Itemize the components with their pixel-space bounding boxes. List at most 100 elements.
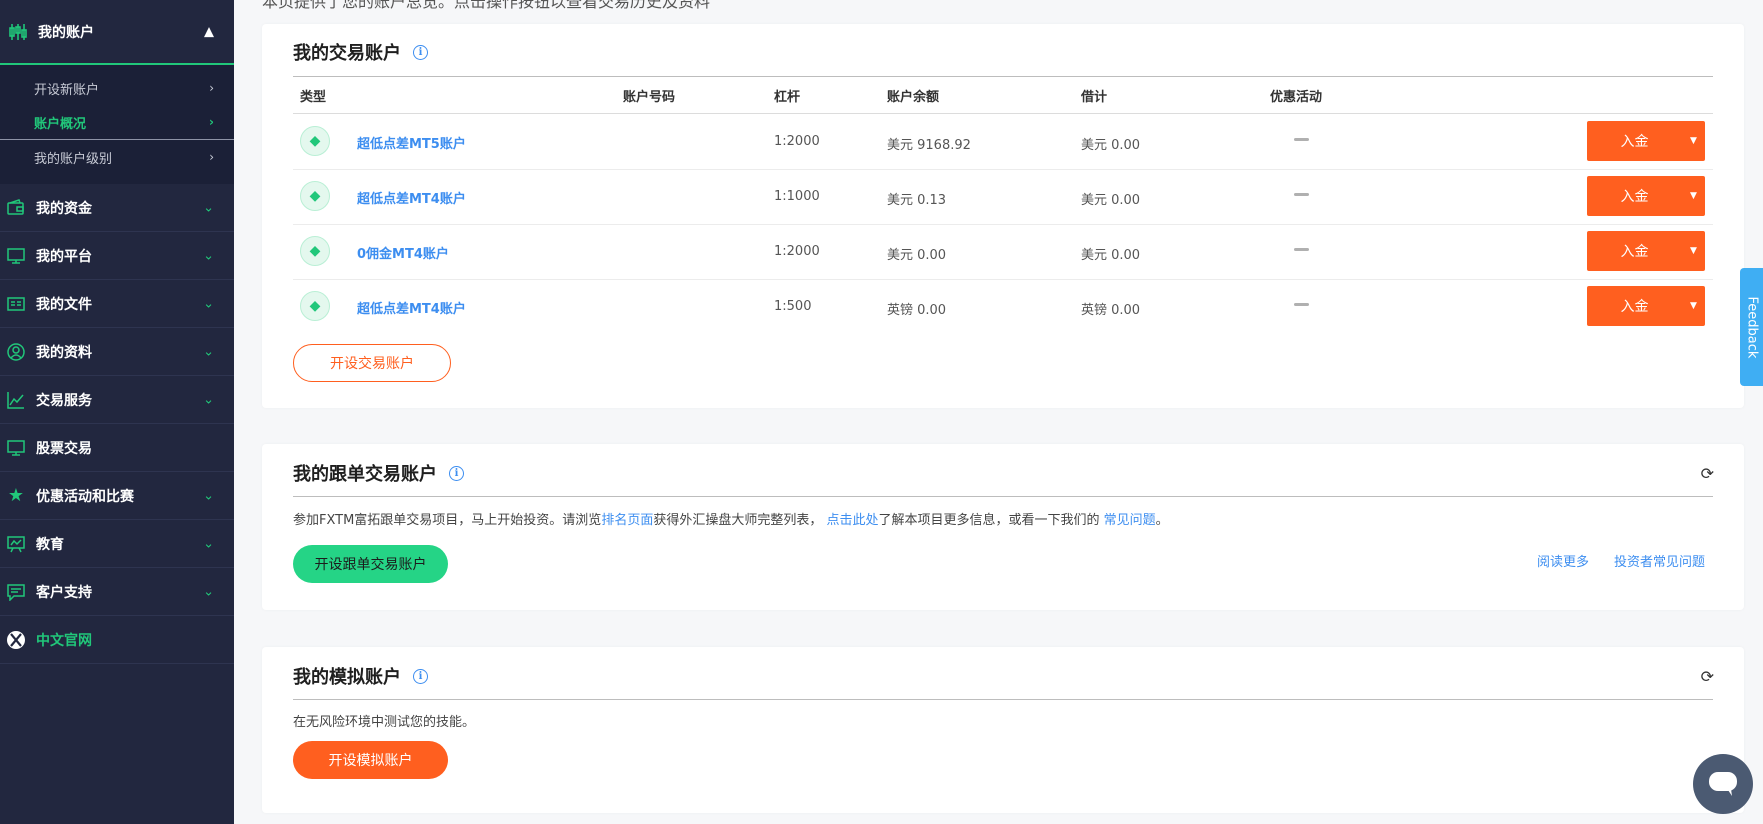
page-intro-text: 本页提供了您的账户总览。点击操作按钮以查看交易历史及资料 — [262, 0, 711, 11]
sidebar-item-label: 优惠活动和比赛 — [36, 488, 134, 505]
deposit-button[interactable]: 入金 ▼ — [1587, 286, 1705, 326]
diamond-icon: ◆ — [300, 126, 330, 156]
sidebar-item-label: 客户支持 — [36, 584, 92, 601]
faq-link[interactable]: 常见问题 — [1104, 513, 1156, 528]
chevron-down-icon: ⌄ — [203, 536, 214, 551]
card-title: 我的交易账户 i — [293, 39, 428, 65]
refresh-icon[interactable]: ⟳ — [1701, 464, 1714, 483]
promo-empty-dash — [1294, 193, 1309, 196]
deposit-label: 入金 — [1620, 189, 1649, 205]
chevron-down-icon: ⌄ — [203, 248, 214, 263]
sidebar-subitem-account-overview[interactable]: 账户概况 › — [0, 105, 234, 140]
investor-faq-link[interactable]: 投资者常见问题 — [1614, 551, 1705, 570]
sidebar-item-promotions[interactable]: ★ 优惠活动和比赛 ⌄ — [0, 472, 234, 520]
feedback-tab[interactable]: Feedback — [1740, 268, 1763, 386]
copy-trading-title: 我的跟单交易账户 — [293, 464, 437, 485]
sidebar-item-label: 中文官网 — [36, 632, 92, 649]
account-name-link[interactable]: 超低点差MT5账户 — [357, 133, 466, 152]
leverage-value: 1:1000 — [774, 189, 820, 204]
table-row: ◆ 超低点差MT4账户 1:1000 美元 0.13 美元 0.00 入金 ▼ — [293, 169, 1713, 225]
info-icon[interactable]: i — [413, 44, 428, 60]
account-name-link[interactable]: 超低点差MT4账户 — [357, 188, 466, 207]
account-name-link[interactable]: 超低点差MT4账户 — [357, 298, 466, 317]
sidebar-item-label: 股票交易 — [36, 440, 92, 457]
sidebar-item-funds[interactable]: 我的资金 ⌄ — [0, 184, 234, 232]
leverage-value: 1:2000 — [774, 244, 820, 259]
open-trading-account-button[interactable]: 开设交易账户 — [293, 344, 451, 382]
click-here-link[interactable]: 点击此处 — [826, 513, 878, 528]
divider — [293, 496, 1713, 497]
sidebar-subitem-account-level[interactable]: 我的账户级别 › — [0, 140, 234, 174]
copy-trading-card: 我的跟单交易账户 i ⟳ 参加FXTM富拓跟单交易项目，马上开始投资。请浏览排名… — [262, 444, 1744, 610]
chat-icon — [6, 582, 26, 602]
demo-description: 在无风险环境中测试您的技能。 — [293, 715, 476, 730]
desc-text: 参加FXTM富拓跟单交易项目，马上开始投资。请浏览 — [293, 513, 602, 528]
document-icon — [6, 294, 26, 314]
balance-value: 美元 9168.92 — [887, 138, 971, 153]
chevron-down-icon: ⌄ — [203, 392, 214, 407]
sidebar-item-label: 教育 — [36, 536, 64, 553]
diamond-icon: ◆ — [300, 236, 330, 266]
chat-button[interactable] — [1693, 754, 1753, 814]
desc-text: 。 — [1155, 513, 1169, 528]
deposit-button[interactable]: 入金 ▼ — [1587, 176, 1705, 216]
sidebar-item-chinese-site[interactable]: 中文官网 — [0, 616, 234, 664]
info-icon[interactable]: i — [449, 465, 464, 481]
sidebar-subitem-open-account[interactable]: 开设新账户 › — [0, 71, 234, 105]
credit-value: 美元 0.00 — [1081, 193, 1141, 208]
divider — [293, 76, 1713, 77]
card-title: 我的模拟账户 i — [293, 663, 428, 689]
balance-value: 英镑 0.00 — [887, 303, 947, 318]
promo-empty-dash — [1294, 248, 1309, 251]
profile-icon — [6, 342, 26, 362]
sidebar-item-platform[interactable]: 我的平台 ⌄ — [0, 232, 234, 280]
sidebar-item-trading-services[interactable]: 交易服务 ⌄ — [0, 376, 234, 424]
caret-down-icon[interactable]: ▼ — [1682, 246, 1705, 256]
sidebar-item-education[interactable]: 教育 ⌄ — [0, 520, 234, 568]
presentation-icon — [6, 534, 26, 554]
credit-value: 美元 0.00 — [1081, 138, 1141, 153]
wallet-icon — [6, 198, 26, 218]
col-header-number: 账户号码 — [623, 90, 676, 105]
open-demo-account-button[interactable]: 开设模拟账户 — [293, 741, 448, 779]
deposit-button[interactable]: 入金 ▼ — [1587, 121, 1705, 161]
sidebar-item-profile[interactable]: 我的资料 ⌄ — [0, 328, 234, 376]
sidebar-item-label: 交易服务 — [36, 392, 92, 409]
chevron-right-icon: › — [209, 150, 214, 164]
sidebar: 我的账户 ▲ 开设新账户 › 账户概况 › 我的账户级别 › 我的资金 ⌄ 我的… — [0, 0, 234, 824]
chevron-up-icon: ▲ — [204, 24, 214, 39]
deposit-label: 入金 — [1620, 244, 1649, 260]
chevron-down-icon: ⌄ — [203, 584, 214, 599]
sidebar-item-support[interactable]: 客户支持 ⌄ — [0, 568, 234, 616]
info-icon[interactable]: i — [413, 668, 428, 684]
divider — [293, 699, 1713, 700]
account-name-link[interactable]: 0佣金MT4账户 — [357, 243, 449, 262]
leverage-value: 1:500 — [774, 299, 812, 314]
col-header-type: 类型 — [300, 90, 327, 105]
deposit-button[interactable]: 入金 ▼ — [1587, 231, 1705, 271]
promo-empty-dash — [1294, 138, 1309, 141]
sidebar-item-documents[interactable]: 我的文件 ⌄ — [0, 280, 234, 328]
diamond-icon: ◆ — [300, 291, 330, 321]
caret-down-icon[interactable]: ▼ — [1682, 136, 1705, 146]
sidebar-item-stocks[interactable]: 股票交易 — [0, 424, 234, 472]
open-copy-trading-account-button[interactable]: 开设跟单交易账户 — [293, 545, 448, 583]
sidebar-item-my-account[interactable]: 我的账户 ▲ — [0, 0, 234, 65]
ranking-page-link[interactable]: 排名页面 — [601, 513, 653, 528]
refresh-icon[interactable]: ⟳ — [1701, 667, 1714, 686]
candlestick-icon — [8, 22, 28, 42]
sidebar-item-label: 我的文件 — [36, 296, 92, 313]
demo-accounts-title: 我的模拟账户 — [293, 667, 401, 688]
copy-trading-description: 参加FXTM富拓跟单交易项目，马上开始投资。请浏览排名页面获得外汇操盘大师完整列… — [293, 509, 1169, 528]
caret-down-icon[interactable]: ▼ — [1682, 191, 1705, 201]
read-more-link[interactable]: 阅读更多 — [1537, 551, 1589, 570]
caret-down-icon[interactable]: ▼ — [1682, 301, 1705, 311]
credit-value: 美元 0.00 — [1081, 248, 1141, 263]
demo-accounts-card: 我的模拟账户 i ⟳ 在无风险环境中测试您的技能。 开设模拟账户 — [262, 647, 1744, 813]
star-icon: ★ — [7, 485, 25, 506]
col-header-promo: 优惠活动 — [1270, 90, 1323, 105]
leverage-value: 1:2000 — [774, 134, 820, 149]
col-header-credit: 借计 — [1081, 90, 1108, 105]
deposit-label: 入金 — [1620, 134, 1649, 150]
feedback-label: Feedback — [1744, 296, 1760, 358]
